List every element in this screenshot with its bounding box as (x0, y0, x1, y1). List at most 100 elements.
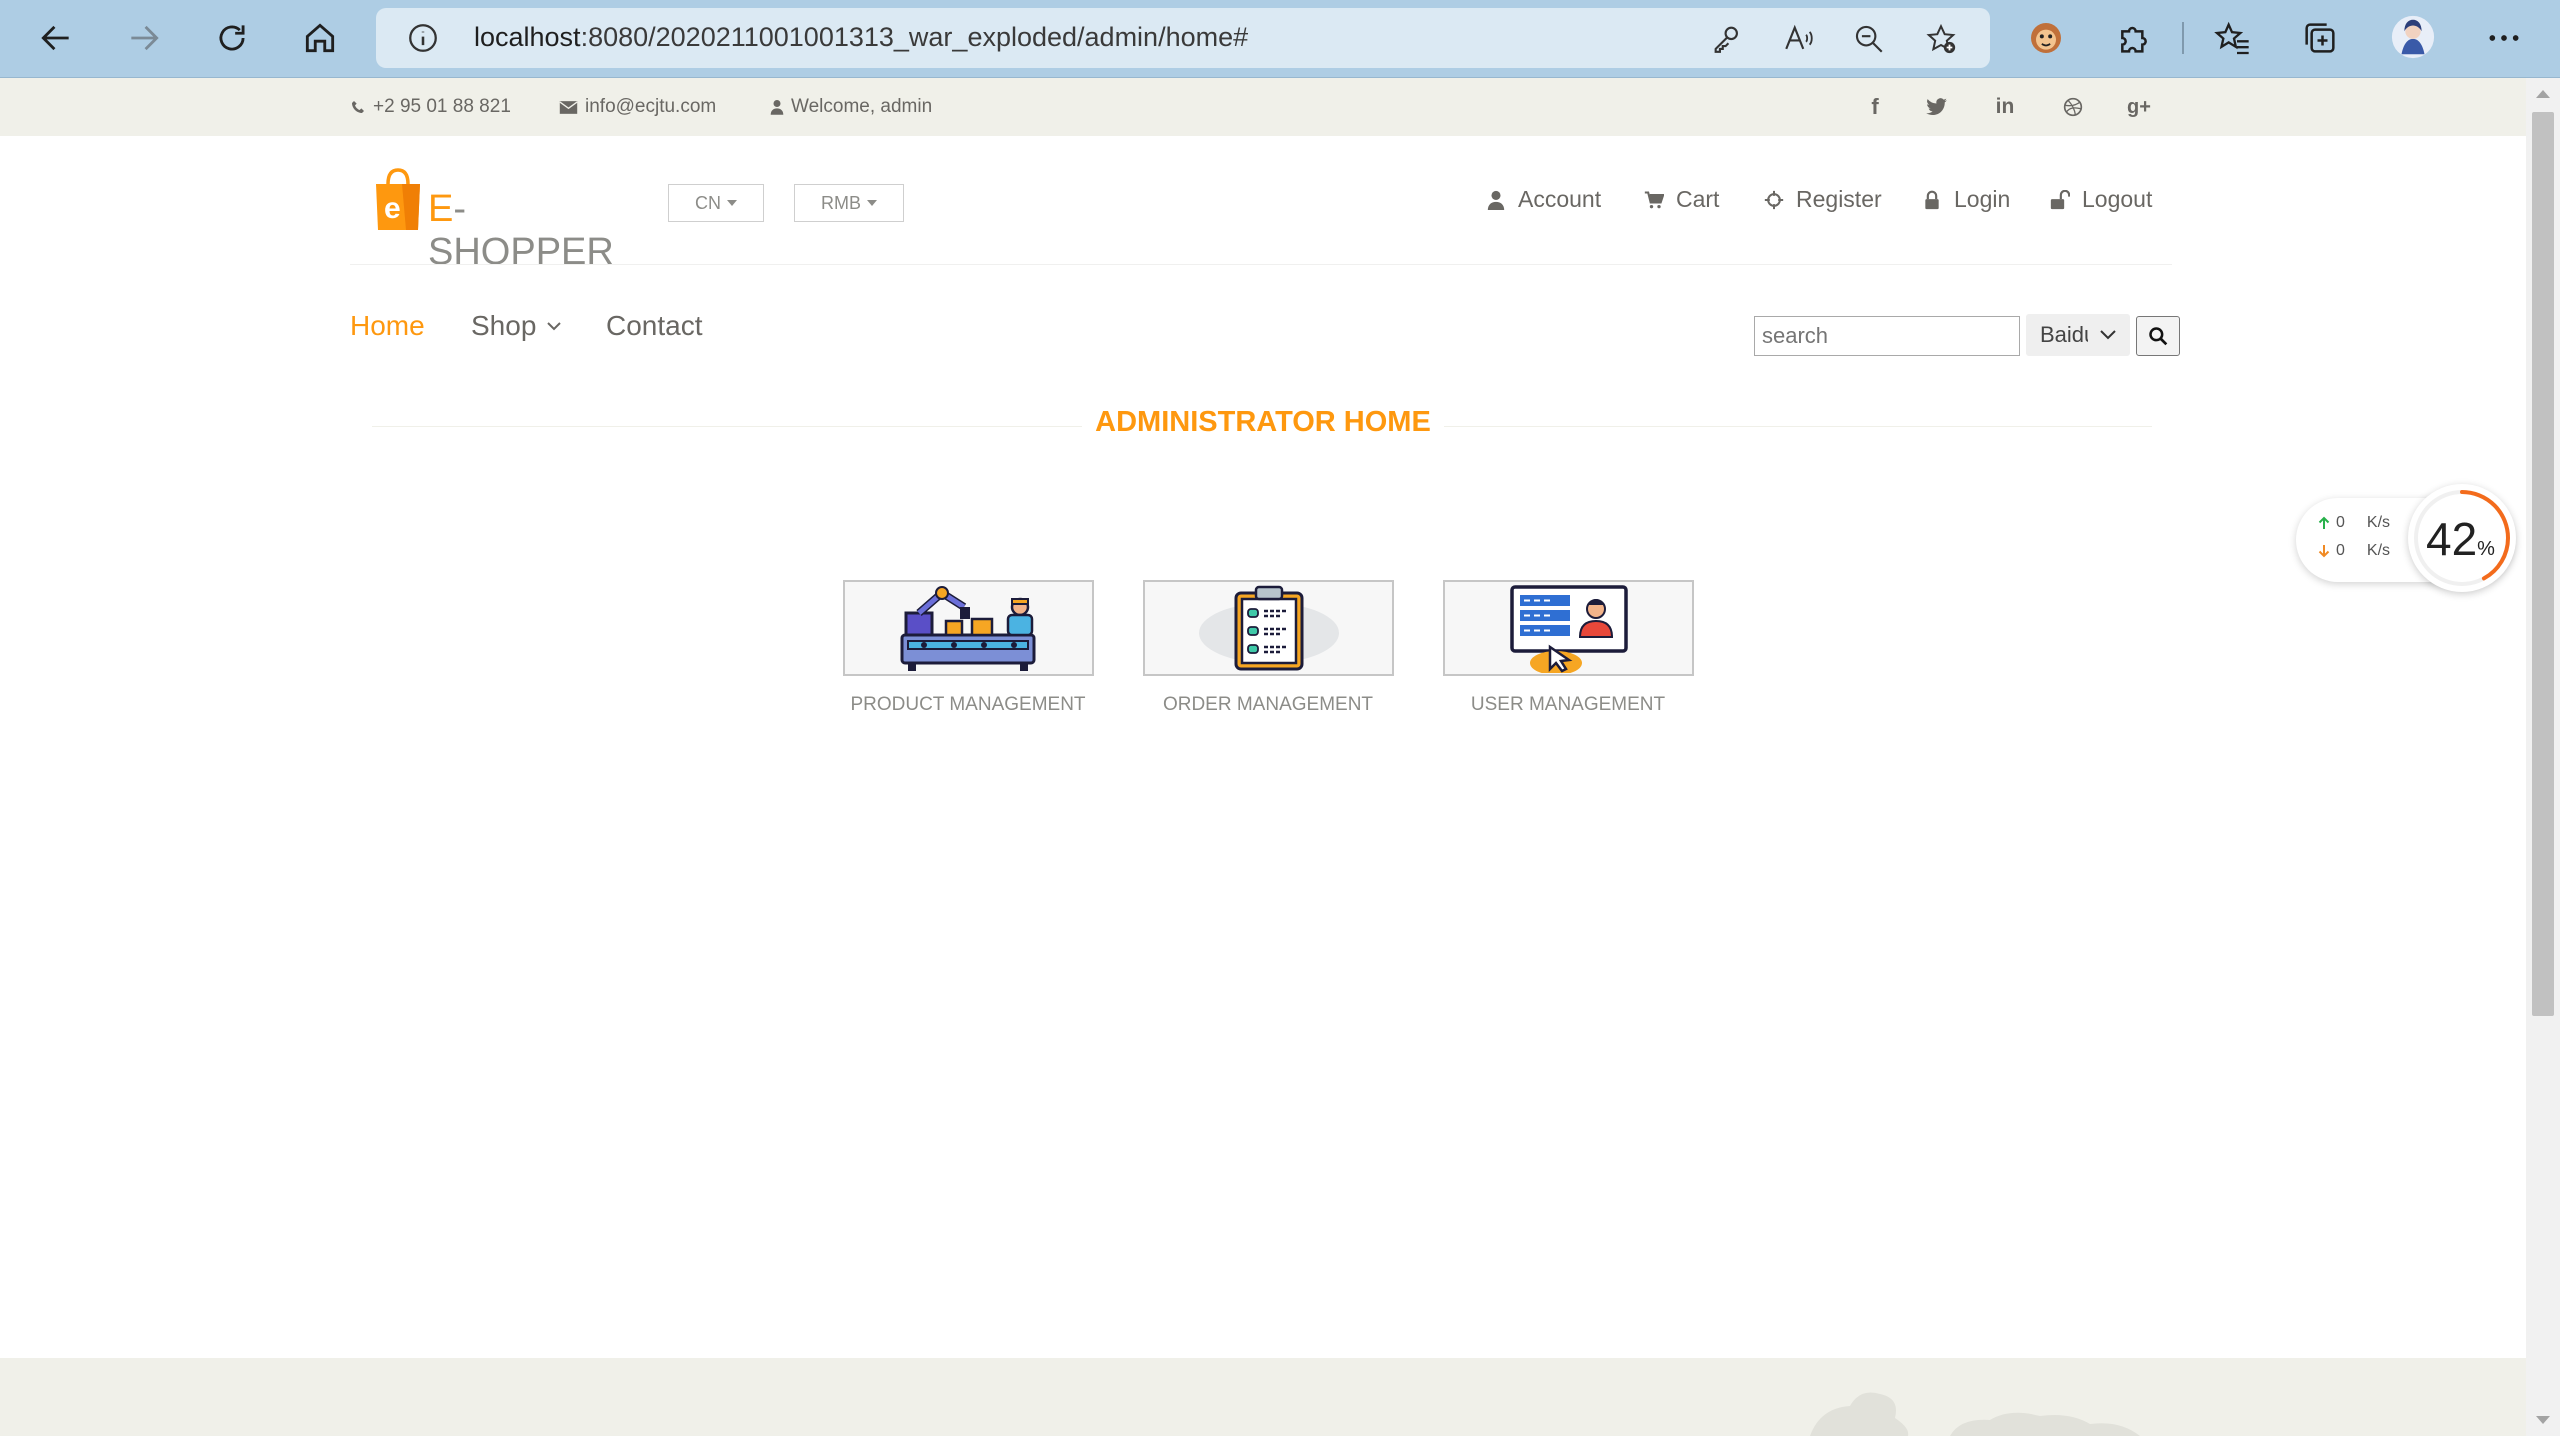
account-label: Account (1518, 186, 1602, 212)
product-management-tile[interactable] (843, 580, 1094, 676)
caret-down-icon (867, 200, 877, 206)
memory-usage-gauge[interactable]: 42% (2408, 484, 2516, 592)
read-aloud-icon[interactable] (1782, 22, 1816, 56)
logo-wordmark: E-SHOPPER (428, 188, 614, 274)
phone-text: +2 95 01 88 821 (373, 96, 511, 117)
toolbar-divider (2182, 22, 2184, 54)
home-button[interactable] (292, 14, 348, 62)
page-scrollbar[interactable] (2526, 78, 2560, 1436)
language-dropdown[interactable]: CN (668, 184, 764, 222)
google-plus-icon[interactable]: g+ (2124, 92, 2154, 122)
welcome-user[interactable]: Welcome, admin (770, 96, 932, 118)
reload-button[interactable] (204, 14, 260, 62)
page-title: ADMINISTRATOR HOME (1095, 406, 1431, 438)
logo-prefix: E (428, 188, 454, 230)
unlock-icon (2050, 189, 2070, 209)
nav-contact[interactable]: Contact (606, 310, 703, 342)
scroll-down-arrow-icon[interactable] (2536, 1416, 2550, 1424)
page-footer (0, 1358, 2526, 1436)
gauge-percent: 42 (2426, 513, 2478, 565)
home-icon (305, 23, 335, 53)
back-button[interactable] (28, 14, 84, 62)
order-management-label[interactable]: ORDER MANAGEMENT (1118, 694, 1418, 716)
register-label: Register (1796, 186, 1882, 212)
login-label: Login (1954, 186, 2011, 212)
browser-toolbar: localhost:8080/2020211001001313_war_expl… (0, 0, 2560, 78)
address-bar[interactable]: localhost:8080/2020211001001313_war_expl… (376, 8, 1990, 68)
scrollbar-thumb[interactable] (2532, 112, 2554, 1016)
profile-avatar-icon[interactable] (2390, 14, 2436, 60)
shop-logo[interactable]: e E-SHOPPER (372, 166, 614, 273)
phone-icon (352, 101, 364, 113)
zoom-out-icon[interactable] (1852, 22, 1886, 56)
search-icon (2149, 327, 2168, 346)
download-speed: 0 K/s (2318, 542, 2390, 560)
chevron-down-icon (547, 322, 562, 331)
email-text: info@ecjtu.com (585, 96, 717, 117)
search-input[interactable] (1754, 316, 2020, 356)
lock-icon (1925, 190, 1939, 209)
svg-text:e: e (384, 192, 401, 225)
nav-contact-label: Contact (606, 310, 703, 341)
logout-link[interactable]: Logout (2050, 186, 2152, 213)
facebook-icon[interactable]: f (1860, 92, 1890, 122)
download-value: 0 (2336, 542, 2345, 559)
cart-label: Cart (1676, 186, 1720, 212)
order-management-tile[interactable] (1143, 580, 1394, 676)
title-rule-right (1444, 426, 2152, 427)
password-key-icon[interactable] (1710, 22, 1744, 56)
envelope-icon (559, 100, 578, 114)
user-profile-screen-icon (1509, 585, 1628, 673)
url-host: localhost (474, 22, 581, 52)
linkedin-icon[interactable]: in (1990, 92, 2020, 122)
dribbble-icon[interactable] (2058, 92, 2088, 122)
nav-shop[interactable]: Shop (471, 310, 562, 342)
product-management-label[interactable]: PRODUCT MANAGEMENT (818, 694, 1118, 716)
user-management-label[interactable]: USER MANAGEMENT (1418, 694, 1718, 716)
user-management-tile[interactable] (1443, 580, 1694, 676)
account-link[interactable]: Account (1486, 186, 1601, 213)
back-arrow-icon (41, 25, 69, 51)
upload-value: 0 (2336, 514, 2345, 531)
logout-label: Logout (2082, 186, 2153, 212)
nav-home-label: Home (350, 310, 425, 341)
forward-arrow-icon (131, 25, 159, 51)
register-link[interactable]: Register (1764, 186, 1882, 213)
nav-home[interactable]: Home (350, 310, 425, 342)
search-engine-value: Baidu (2040, 322, 2088, 347)
search-button[interactable] (2136, 316, 2180, 356)
shopping-bag-logo-icon: e (376, 168, 420, 230)
forward-button[interactable] (116, 14, 172, 62)
twitter-icon[interactable] (1922, 92, 1952, 122)
extensions-puzzle-icon[interactable] (2114, 18, 2154, 58)
favorites-icon[interactable] (2212, 18, 2252, 58)
factory-conveyor-icon (900, 586, 1035, 671)
logo-suffix: -SHOPPER (428, 188, 614, 273)
currency-dropdown[interactable]: RMB (794, 184, 904, 222)
scroll-up-arrow-icon[interactable] (2536, 90, 2550, 98)
title-rule-left (372, 426, 1082, 427)
phone-link[interactable]: +2 95 01 88 821 (350, 96, 511, 118)
cart-icon (1644, 190, 1664, 208)
world-map-decoration (1810, 1392, 2140, 1436)
search-engine-select[interactable]: Baidu (2026, 314, 2130, 356)
more-menu-icon[interactable] (2484, 18, 2524, 58)
upload-unit: K/s (2366, 514, 2391, 531)
cart-link[interactable]: Cart (1644, 186, 1719, 213)
url-path: :8080/2020211001001313_war_exploded/admi… (580, 22, 1249, 52)
currency-label: RMB (821, 192, 861, 213)
upload-speed: 0 K/s (2318, 514, 2390, 532)
add-favorite-icon[interactable] (1924, 22, 1958, 56)
site-info-icon[interactable] (406, 21, 440, 55)
arrow-up-icon (2318, 516, 2330, 529)
user-icon (770, 100, 784, 115)
user-icon (1487, 190, 1505, 210)
extension-monkey-icon[interactable] (2026, 18, 2066, 58)
crosshairs-icon (1764, 190, 1784, 209)
language-label: CN (695, 192, 721, 213)
collections-icon[interactable] (2300, 18, 2340, 58)
chevron-down-icon (2100, 330, 2116, 340)
url-text[interactable]: localhost:8080/2020211001001313_war_expl… (474, 22, 1248, 53)
email-link[interactable]: info@ecjtu.com (559, 96, 716, 118)
login-link[interactable]: Login (1922, 186, 2010, 213)
